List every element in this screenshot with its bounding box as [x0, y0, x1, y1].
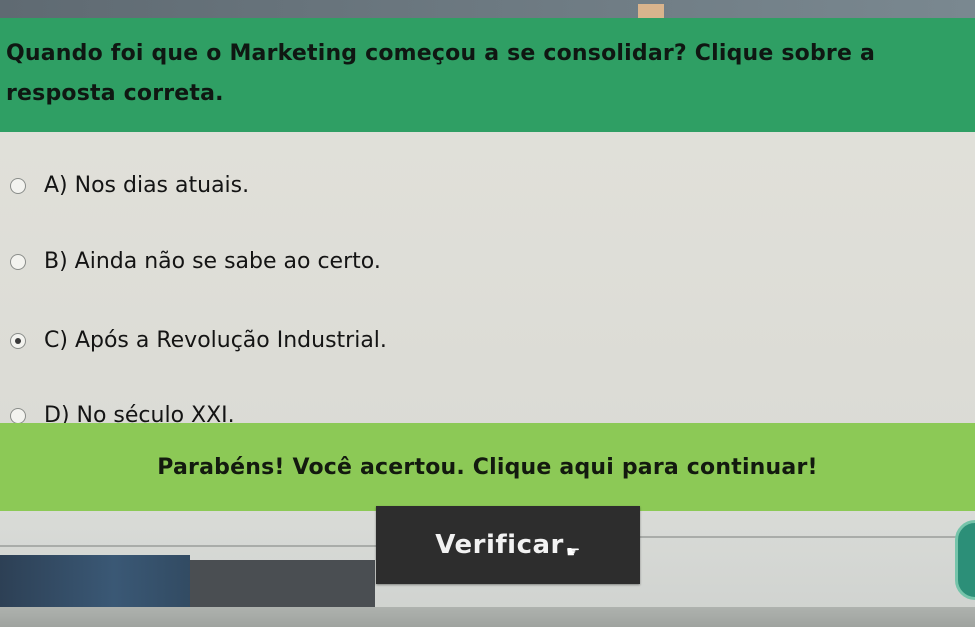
feedback-bar[interactable]: Parabéns! Você acertou. Clique aqui para… [0, 423, 975, 511]
verify-button-label: Verificar [435, 530, 564, 560]
option-label-b: B) Ainda não se sabe ao certo. [44, 249, 381, 274]
question-text: Quando foi que o Marketing começou a se … [6, 41, 875, 106]
feedback-text[interactable]: Parabéns! Você acertou. Clique aqui para… [157, 455, 817, 480]
top-accent [638, 4, 664, 18]
side-widget [955, 520, 975, 600]
option-label-c: C) Após a Revolução Industrial. [44, 328, 387, 353]
top-strip [0, 0, 975, 18]
question-bar: Quando foi que o Marketing começou a se … [0, 18, 975, 132]
radio-button-d[interactable] [10, 408, 26, 424]
quiz-screen: Quando foi que o Marketing começou a se … [0, 0, 975, 627]
option-label-a: A) Nos dias atuais. [44, 173, 250, 198]
bottom-strip [0, 607, 975, 627]
radio-button-c-selected[interactable] [10, 333, 26, 349]
radio-button-a[interactable] [10, 178, 26, 194]
verify-button[interactable]: Verificar ☛ [376, 506, 640, 584]
option-a[interactable]: A) Nos dias atuais. [10, 166, 249, 206]
background-block-blue [0, 555, 190, 610]
divider-line-left [0, 545, 380, 547]
option-b[interactable]: B) Ainda não se sabe ao certo. [10, 242, 381, 282]
hand-pointer-icon: ☛ [565, 542, 581, 561]
background-block-gray [190, 560, 375, 608]
option-c[interactable]: C) Após a Revolução Industrial. [10, 321, 387, 361]
radio-button-b[interactable] [10, 254, 26, 270]
radio-selected-dot [15, 338, 21, 344]
divider-line-right [640, 536, 975, 538]
